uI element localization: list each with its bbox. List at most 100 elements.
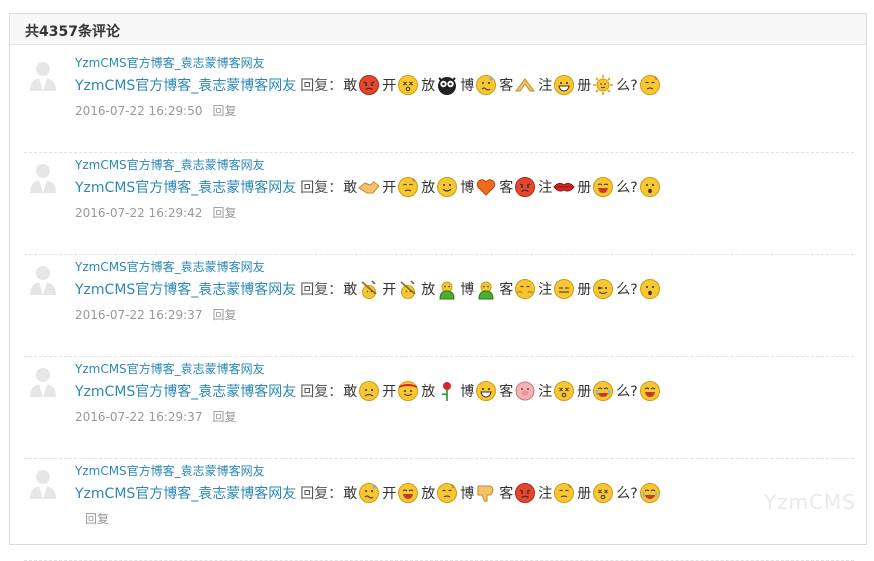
comment-username-link[interactable]: YzmCMS官方博客_袁志蒙博客网友 <box>75 156 265 173</box>
confused-emoji-icon <box>358 482 380 504</box>
comment-text-char: 客 <box>499 486 514 502</box>
comment-timestamp: 2016-07-22 16:29:50 <box>75 104 203 118</box>
cry-emoji-icon <box>639 482 661 504</box>
sad-emoji-icon <box>358 380 380 402</box>
reply-word: 回复 <box>300 180 329 196</box>
comment-text-char: 册 <box>577 78 592 94</box>
reply-button[interactable]: 回复 <box>85 512 109 526</box>
comment-text-char: 么? <box>616 78 638 94</box>
frog-emoji-icon <box>436 278 458 300</box>
hug-emoji-icon <box>514 278 536 300</box>
comment-text-char: 客 <box>499 78 514 94</box>
thumbsdown-emoji-icon <box>475 482 497 504</box>
pick-emoji-icon <box>397 278 419 300</box>
reply-to-user[interactable]: YzmCMS官方博客_袁志蒙博客网友 <box>75 177 296 197</box>
handshake-emoji-icon <box>358 176 380 198</box>
comment-text-char: 注 <box>538 282 553 298</box>
sun-emoji-icon <box>592 74 614 96</box>
comments-header: 共4357条评论 <box>10 14 866 45</box>
comment-text-char: 册 <box>577 282 592 298</box>
reply-to-user[interactable]: YzmCMS官方博客_袁志蒙博客网友 <box>75 483 296 503</box>
confused-emoji-icon <box>475 74 497 96</box>
dizzy-emoji-icon <box>553 380 575 402</box>
comment-item: YzmCMS官方博客_袁志蒙博客网友 YzmCMS官方博客_袁志蒙博客网友 回复：敢… <box>24 50 854 153</box>
comment-content: YzmCMS官方博客_袁志蒙博客网友 回复：敢 开 放 博 客 注 册 么? <box>75 174 662 200</box>
user-avatar-icon <box>26 58 60 92</box>
comment-text-char: 开 <box>382 78 397 94</box>
dizzy-emoji-icon <box>397 74 419 96</box>
reply-colon: ： <box>328 282 343 298</box>
reply-colon: ： <box>328 384 343 400</box>
comment-text-char: 开 <box>382 486 397 502</box>
comment-text-char: 册 <box>577 384 592 400</box>
reply-button[interactable]: 回复 <box>212 104 236 118</box>
comment-text-char: 注 <box>538 486 553 502</box>
comment-text-char: 么? <box>616 384 638 400</box>
smile-emoji-icon <box>436 176 458 198</box>
comment-text-char: 博 <box>460 486 475 502</box>
frog-emoji-icon <box>475 278 497 300</box>
reply-to-user[interactable]: YzmCMS官方博客_袁志蒙博客网友 <box>75 75 296 95</box>
puzzled-emoji-icon <box>639 74 661 96</box>
laugh-emoji-icon <box>592 176 614 198</box>
reply-word: 回复 <box>300 78 329 94</box>
grin-emoji-icon <box>553 74 575 96</box>
reply-button[interactable]: 回复 <box>212 206 236 220</box>
comment-text-char: 开 <box>382 282 397 298</box>
comment-text-char: 放 <box>421 78 436 94</box>
comment-timestamp: 2016-07-22 16:29:37 <box>75 410 203 424</box>
comment-text-char: 注 <box>538 384 553 400</box>
reply-word: 回复 <box>300 384 329 400</box>
comment-meta: 2016-07-22 16:29:42 回复 <box>75 204 236 221</box>
comment-item: YzmCMS官方博客_袁志蒙博客网友 YzmCMS官方博客_袁志蒙博客网友 回复：敢… <box>24 254 854 357</box>
pick-emoji-icon <box>358 278 380 300</box>
comment-username-link[interactable]: YzmCMS官方博客_袁志蒙博客网友 <box>75 54 265 71</box>
angry-emoji-icon <box>514 176 536 198</box>
comment-text-char: 放 <box>421 384 436 400</box>
comment-text-char: 客 <box>499 384 514 400</box>
reply-word: 回复 <box>300 282 329 298</box>
reply-to-user[interactable]: YzmCMS官方博客_袁志蒙博客网友 <box>75 381 296 401</box>
owl-emoji-icon <box>436 74 458 96</box>
puzzled-emoji-icon <box>436 482 458 504</box>
user-avatar-icon <box>26 160 60 194</box>
comment-text-char: 么? <box>616 282 638 298</box>
reply-colon: ： <box>328 180 343 196</box>
comment-text-char: 么? <box>616 180 638 196</box>
comment-item: YzmCMS官方博客_袁志蒙博客网友 YzmCMS官方博客_袁志蒙博客网友 回复：敢… <box>24 152 854 255</box>
comment-username-link[interactable]: YzmCMS官方博客_袁志蒙博客网友 <box>75 258 265 275</box>
angry-emoji-icon <box>514 482 536 504</box>
reply-button[interactable]: 回复 <box>212 410 236 424</box>
angry-emoji-icon <box>358 74 380 96</box>
reply-button[interactable]: 回复 <box>212 308 236 322</box>
comment-text-char: 敢 <box>343 486 358 502</box>
comment-username-link[interactable]: YzmCMS官方博客_袁志蒙博客网友 <box>75 360 265 377</box>
comment-meta: 回复 <box>75 510 109 527</box>
comment-text-char: 放 <box>421 180 436 196</box>
reply-word: 回复 <box>300 486 329 502</box>
comment-text-char: 注 <box>538 180 553 196</box>
comment-text-char: 博 <box>460 282 475 298</box>
comment-text-char: 博 <box>460 384 475 400</box>
comment-text-char: 注 <box>538 78 553 94</box>
hands-emoji-icon <box>514 74 536 96</box>
puzzled-emoji-icon <box>553 482 575 504</box>
reply-colon: ： <box>328 78 343 94</box>
bandana-emoji-icon <box>397 380 419 402</box>
yzmcms-watermark: YzmCMS <box>763 490 856 514</box>
heart-emoji-icon <box>475 176 497 198</box>
comment-text-char: 客 <box>499 180 514 196</box>
user-avatar-icon <box>26 262 60 296</box>
user-avatar-icon <box>26 364 60 398</box>
comment-text-char: 开 <box>382 384 397 400</box>
comment-count-title: 共4357条评论 <box>25 24 120 40</box>
comment-text-char: 册 <box>577 486 592 502</box>
rose-emoji-icon <box>436 380 458 402</box>
reply-to-user[interactable]: YzmCMS官方博客_袁志蒙博客网友 <box>75 279 296 299</box>
cry-emoji-icon <box>592 380 614 402</box>
reply-colon: ： <box>328 486 343 502</box>
comment-text-char: 放 <box>421 282 436 298</box>
comment-username-link[interactable]: YzmCMS官方博客_袁志蒙博客网友 <box>75 462 265 479</box>
comment-text-char: 客 <box>499 282 514 298</box>
comment-content: YzmCMS官方博客_袁志蒙博客网友 回复：敢 开 放 博 客 注 册 么? <box>75 276 662 302</box>
